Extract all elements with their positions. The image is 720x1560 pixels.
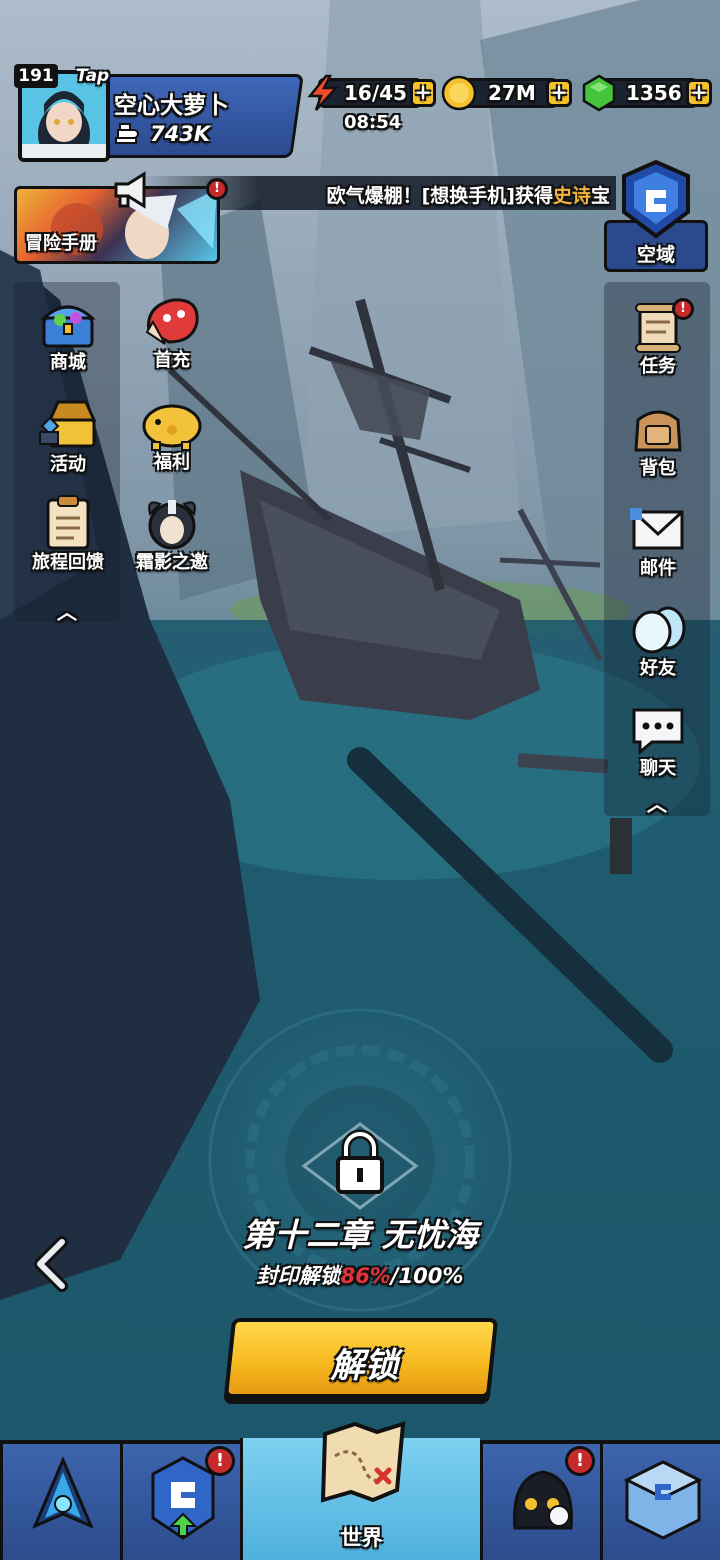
right-menu-collapse-chevron-up-icon[interactable]: ︿ <box>640 788 674 817</box>
clipboard-icon <box>46 495 90 550</box>
bottom-navigation-bar: ! 世界 ! <box>0 1421 720 1560</box>
sky-domain-button[interactable]: 空域 <box>604 160 708 272</box>
event-chest-icon <box>39 400 97 448</box>
first-recharge-icon <box>145 298 199 345</box>
player-level-badge: 191 <box>14 64 58 88</box>
tap-tag: Tap <box>76 66 110 86</box>
mail-icon <box>630 508 684 550</box>
hero-crest-icon <box>32 1456 94 1529</box>
left-menu-journey-review-label: 旅程回馈 <box>32 552 104 573</box>
broadcast-epic-highlight: 史诗 <box>552 185 591 207</box>
nav-tab-home[interactable] <box>600 1444 720 1560</box>
world-map-icon <box>320 1421 406 1503</box>
left-menu-collapse-chevron-up-icon[interactable]: ︿ <box>50 596 84 625</box>
right-menu-quests-label: 任务 <box>640 356 676 377</box>
nav-tab-guild[interactable]: ! <box>480 1444 600 1560</box>
left-menu-frost-shadow[interactable]: 霜影之邀 <box>122 494 222 574</box>
left-menu-journey-review[interactable]: 旅程回馈 <box>18 494 118 574</box>
combat-power-fist-icon <box>115 123 139 144</box>
gold-value: 27M <box>488 81 536 105</box>
seal-progress-total: /100% <box>390 1264 464 1288</box>
sky-domain-label: 空域 <box>636 244 675 266</box>
left-menu-first-recharge-label: 首充 <box>154 350 190 371</box>
green-gem-icon <box>582 74 616 112</box>
adventure-handbook-label: 冒险手册 <box>25 233 97 254</box>
left-menu-welfare-label: 福利 <box>154 452 190 473</box>
left-menu-events[interactable]: 活动 <box>18 396 118 476</box>
lock-icon <box>301 1122 419 1210</box>
seal-progress-value: 86% <box>340 1264 391 1288</box>
bag-icon <box>634 410 682 452</box>
gem-value: 1356 <box>626 81 682 105</box>
right-menu-friends-label: 好友 <box>640 658 676 679</box>
energy-value: 16/45 <box>344 81 407 105</box>
left-menu-frost-shadow-label: 霜影之邀 <box>136 552 208 573</box>
broadcast-text: 欧气爆棚！[想换手机]获得史诗宝 <box>327 181 610 208</box>
unlock-button-label: 解锁 <box>330 1346 399 1386</box>
megaphone-icon <box>114 171 146 209</box>
gem-plus-button[interactable]: + <box>686 79 712 107</box>
upgrade-alert-badge-icon: ! <box>205 1446 235 1476</box>
right-menu-bag[interactable]: 背包 <box>608 400 708 480</box>
piggy-bank-icon <box>142 404 202 451</box>
energy-plus-button[interactable]: + <box>410 79 436 107</box>
treasure-chest-icon <box>40 305 96 348</box>
right-menu-chat[interactable]: 聊天 <box>608 702 708 780</box>
left-menu-events-label: 活动 <box>50 454 86 475</box>
left-menu-shop[interactable]: 商城 <box>18 296 118 374</box>
nav-tab-upgrade[interactable]: ! <box>120 1444 240 1560</box>
seal-unlock-progress: 封印解锁86%/100% <box>0 1260 720 1290</box>
player-profile-card[interactable]: 191 Tap 空心大萝卜 743K <box>14 64 304 162</box>
broadcast-prefix: 欧气爆棚！[想换手机]获得 <box>326 185 553 207</box>
nav-tab-world-label: 世界 <box>340 1526 383 1550</box>
sky-domain-crest-icon <box>622 160 690 239</box>
chat-icon <box>632 708 684 756</box>
nav-tab-heroes[interactable] <box>0 1444 120 1560</box>
guild-alert-badge-icon: ! <box>565 1446 595 1476</box>
unlock-button[interactable]: 解锁 <box>223 1318 499 1398</box>
gold-plus-button[interactable]: + <box>546 79 572 107</box>
right-menu-mail[interactable]: 邮件 <box>608 502 708 580</box>
left-menu-shop-label: 商城 <box>50 352 86 373</box>
player-name: 空心大萝卜 <box>114 93 229 119</box>
seal-progress-label: 封印解锁 <box>256 1264 341 1288</box>
gem-counter: 1356 + <box>580 74 714 112</box>
energy-counter: 16/45 + <box>304 74 438 111</box>
chapter-title: 第十二章 无忧海 <box>242 1216 478 1254</box>
gold-counter: 27M + <box>440 74 574 111</box>
right-menu-chat-label: 聊天 <box>640 758 676 779</box>
energy-lightning-icon <box>307 74 339 111</box>
nav-tab-world[interactable]: 世界 <box>240 1421 480 1560</box>
left-menu-welfare[interactable]: 福利 <box>122 396 222 474</box>
adventure-alert-badge-icon: ! <box>206 178 228 200</box>
previous-chapter-chevron-left-icon[interactable] <box>30 1236 74 1292</box>
energy-timer: 08:54 <box>344 112 402 133</box>
gold-coin-icon <box>441 75 477 111</box>
combat-power-value: 743K <box>150 122 211 146</box>
left-menu-first-recharge[interactable]: 首充 <box>122 292 222 372</box>
right-menu-mail-label: 邮件 <box>640 558 676 579</box>
quests-alert-badge-icon: ! <box>672 298 694 320</box>
home-icon <box>623 1460 703 1540</box>
right-menu-friends[interactable]: 好友 <box>608 600 708 680</box>
frost-shadow-icon <box>148 500 196 550</box>
friends-icon <box>632 606 686 654</box>
right-menu-bag-label: 背包 <box>640 458 676 479</box>
